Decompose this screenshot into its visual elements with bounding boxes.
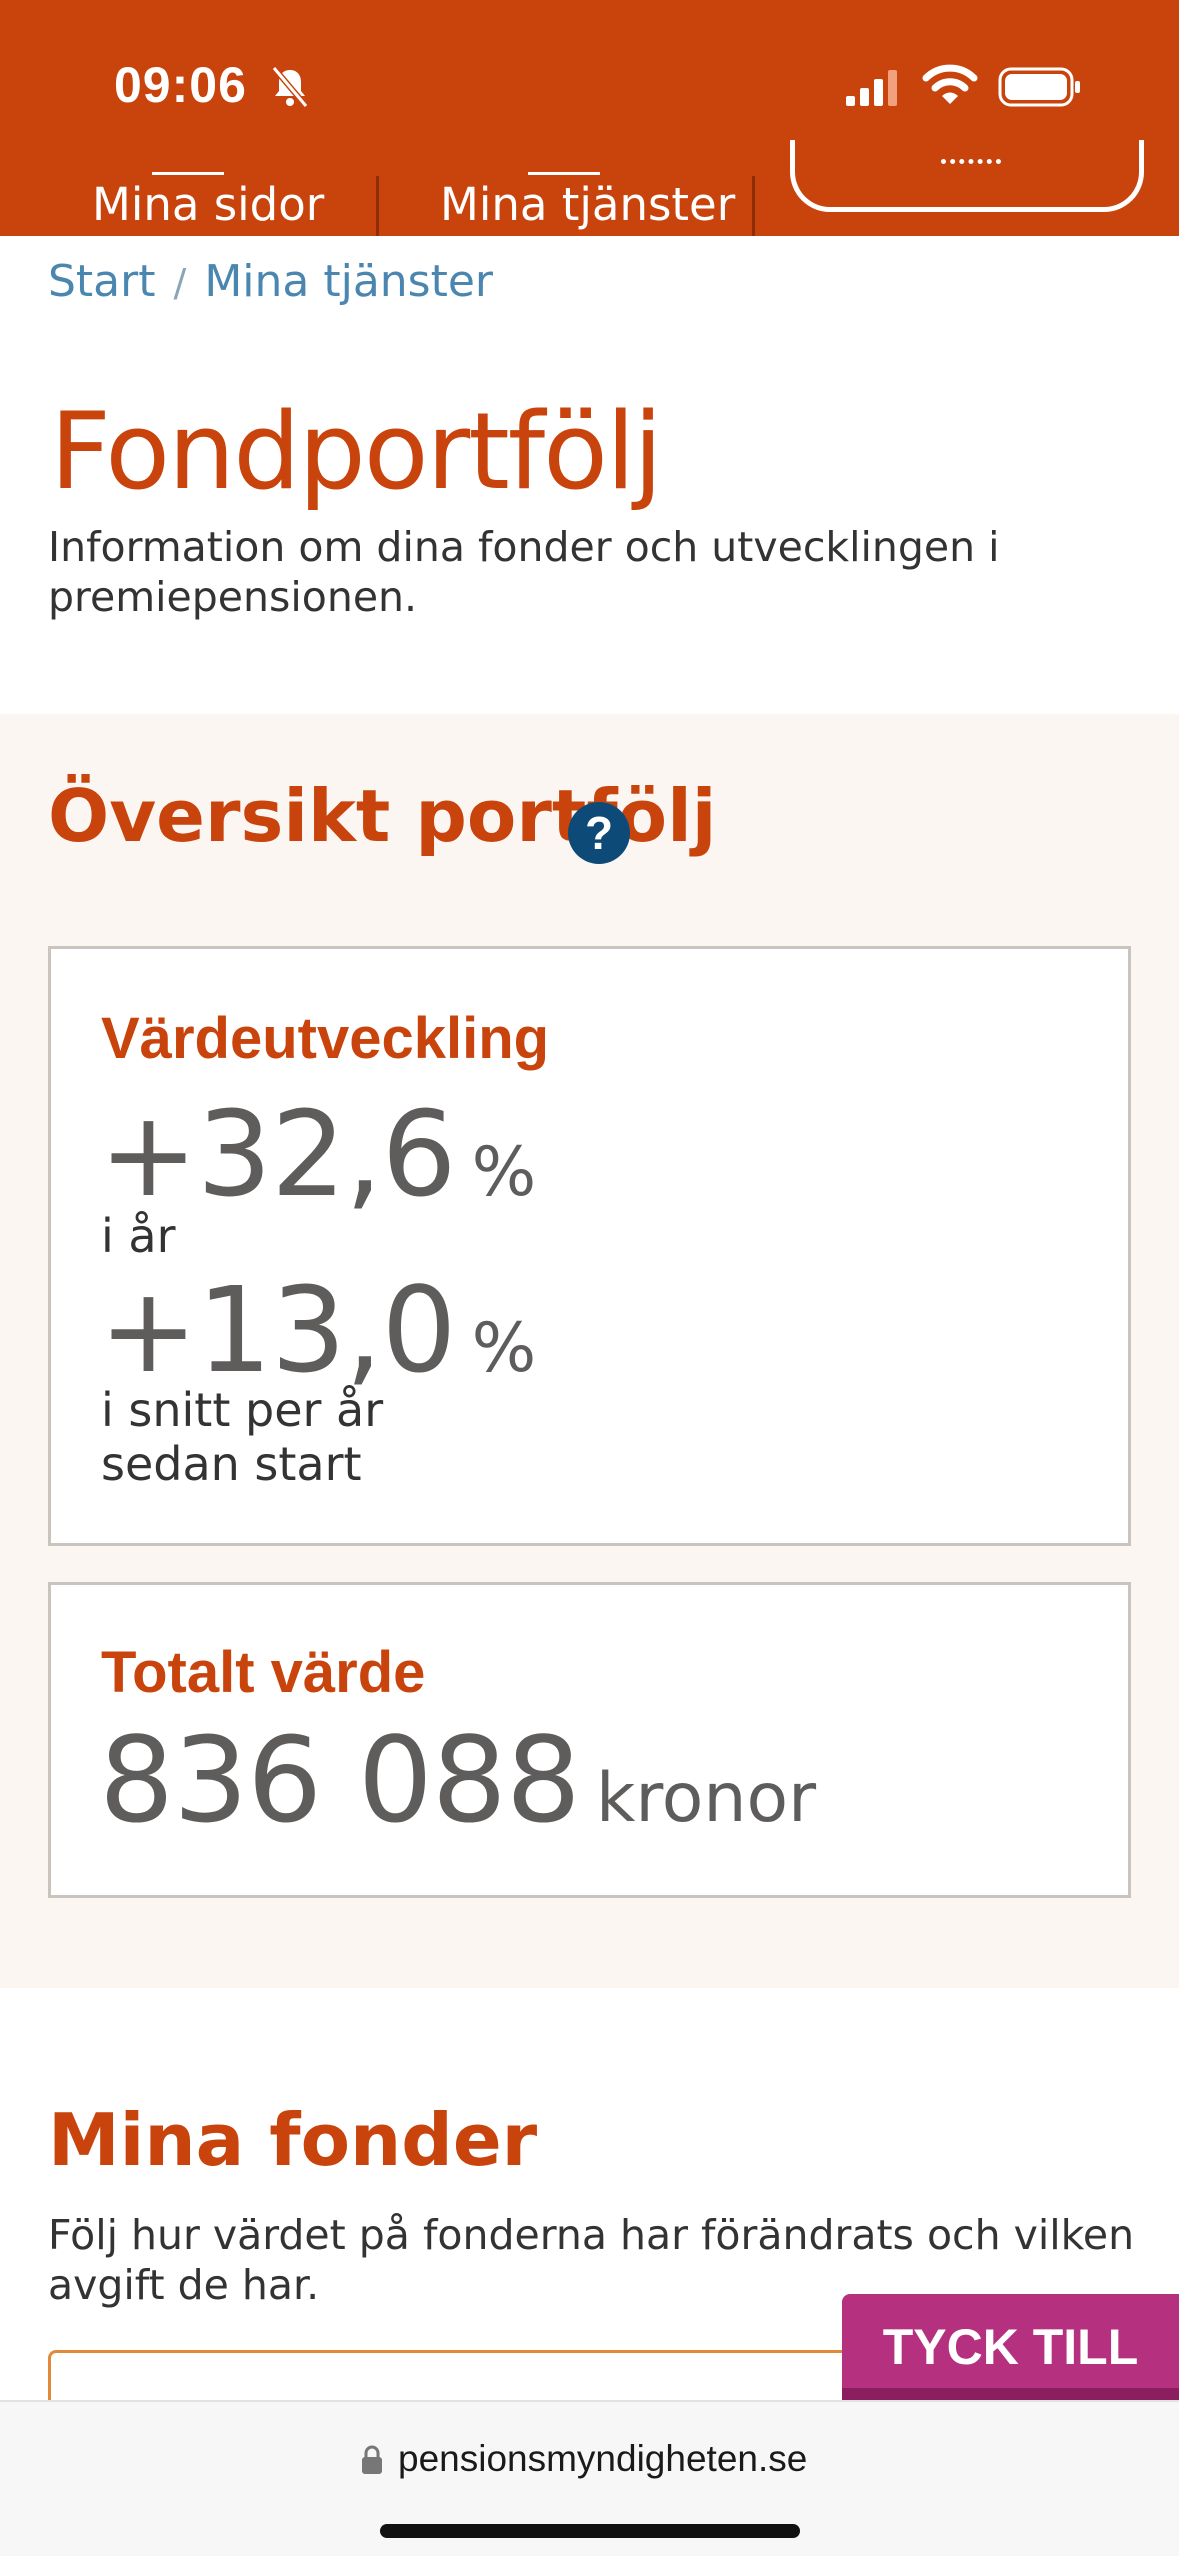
help-icon[interactable]: ? (568, 802, 630, 864)
value-development-card: Värdeutveckling +32,6% i år +13,0% i sni… (48, 946, 1131, 1546)
year-change-number: +32,6 (99, 1085, 457, 1223)
breadcrumb-start[interactable]: Start (48, 256, 156, 307)
login-button-partial[interactable] (790, 140, 1144, 212)
browser-address-bar[interactable]: pensionsmyndigheten.se (0, 2400, 1179, 2556)
value-development-heading: Värdeutveckling (101, 1006, 550, 1071)
nav-divider (752, 176, 755, 236)
nav-tab-mina-sidor[interactable]: Mina sidor (92, 172, 325, 231)
total-value-card: Totalt värde 836 088 kronor (48, 1582, 1131, 1898)
total-value: 836 088 kronor (99, 1711, 816, 1849)
wifi-icon (922, 64, 978, 104)
breadcrumb-mina-tjanster[interactable]: Mina tjänster (204, 256, 493, 307)
breadcrumb: Start / Mina tjänster (48, 256, 493, 307)
page-title: Fondportfölj (50, 390, 663, 513)
average-change-value: +13,0% (99, 1261, 536, 1399)
status-time: 09:06 (114, 57, 247, 113)
bell-muted-icon (271, 66, 309, 108)
url-text: pensionsmyndigheten.se (398, 2438, 808, 2479)
page-intro: Information om dina fonder och utvecklin… (48, 523, 1000, 621)
feedback-button[interactable]: TYCK TILL (842, 2294, 1179, 2400)
breadcrumb-separator: / (173, 261, 187, 305)
nav-tab-mina-tjanster[interactable]: Mina tjänster (440, 172, 736, 231)
average-change-number: +13,0 (99, 1261, 457, 1399)
nav-tab-label: Mina tjänster (440, 178, 736, 231)
average-change-caption: i snitt per år sedan start (101, 1383, 383, 1491)
total-value-number: 836 088 (99, 1711, 581, 1849)
funds-title: Mina fonder (48, 2098, 538, 2182)
average-caption-line: sedan start (101, 1437, 362, 1491)
battery-icon (998, 67, 1080, 107)
year-change-caption: i år (101, 1209, 176, 1263)
cellular-signal-icon (846, 70, 897, 106)
home-indicator[interactable] (380, 2524, 800, 2538)
average-change-unit: % (471, 1309, 537, 1388)
total-value-heading: Totalt värde (101, 1640, 426, 1705)
year-change-value: +32,6% (99, 1085, 536, 1223)
overview-section: Översikt portfölj ? Värdeutveckling +32,… (0, 714, 1179, 1988)
average-caption-line: i snitt per år (101, 1383, 384, 1437)
lock-icon (362, 2445, 382, 2474)
total-value-unit: kronor (595, 1759, 817, 1838)
year-change-unit: % (471, 1133, 537, 1212)
app-header: 09:06 Mina sidor Mina tjänster (0, 0, 1179, 236)
nav-divider (376, 176, 379, 236)
nav-tab-label: Mina sidor (92, 178, 325, 231)
